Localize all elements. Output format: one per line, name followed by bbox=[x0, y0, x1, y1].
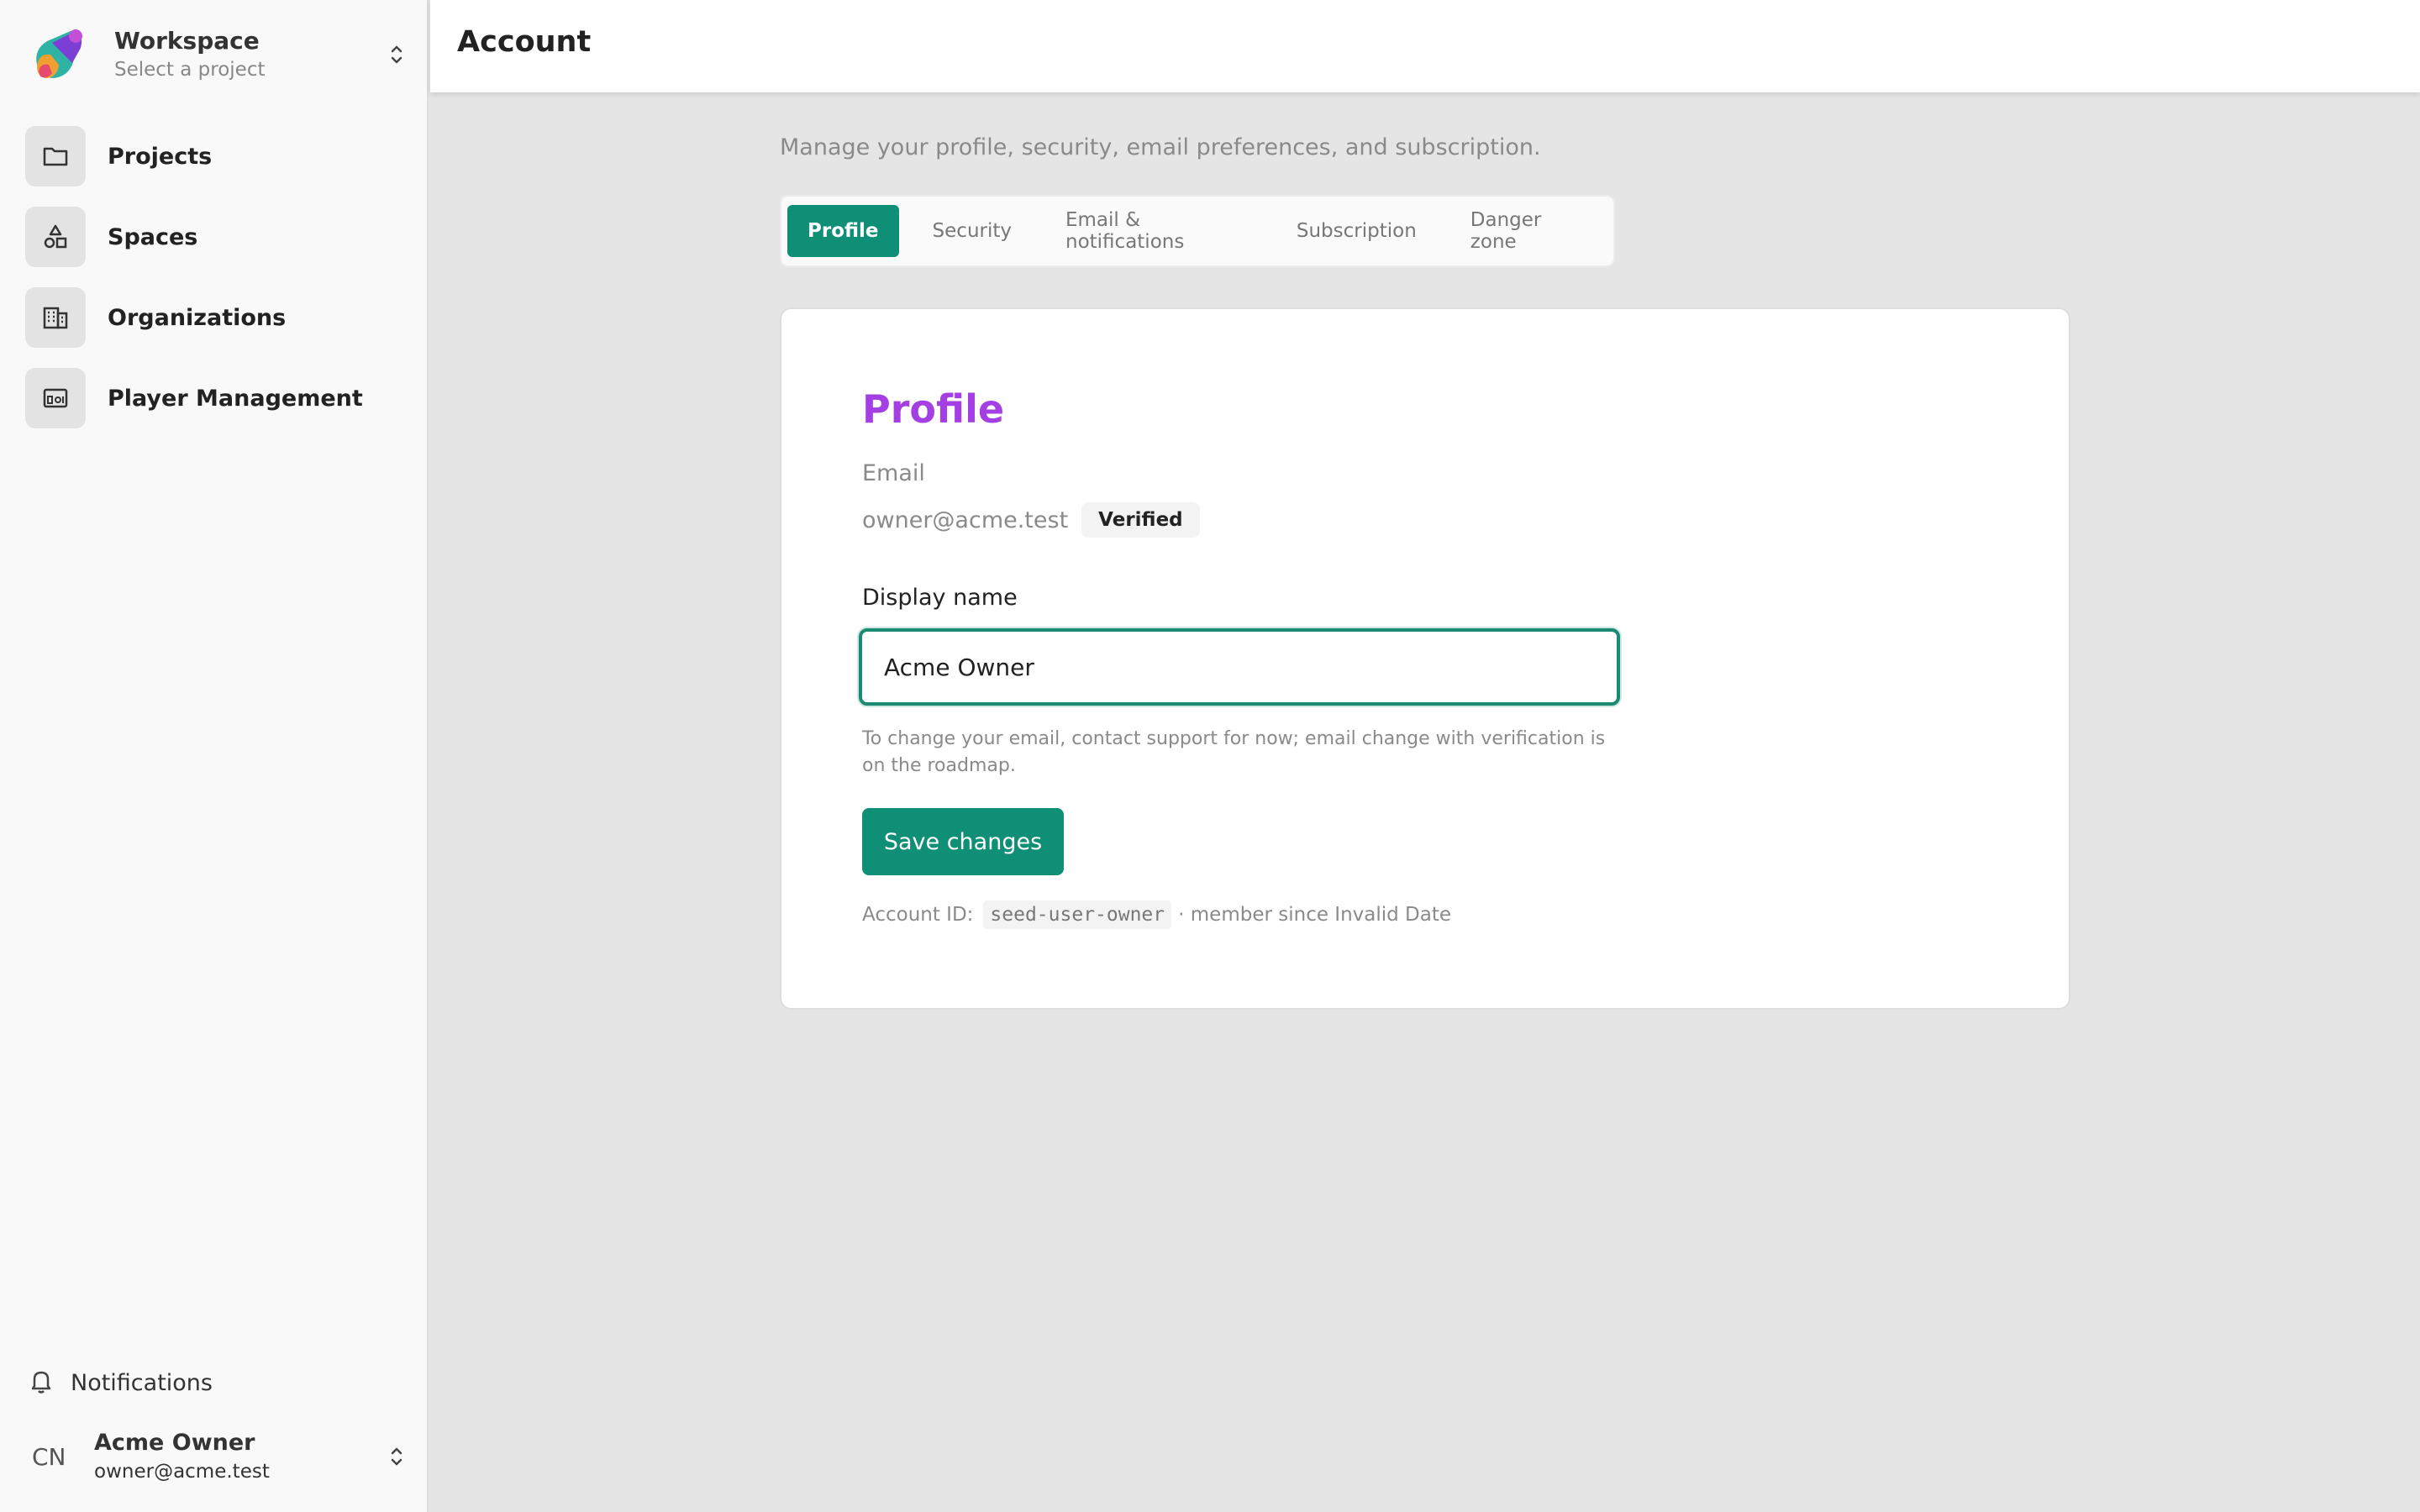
display-name-input[interactable] bbox=[859, 628, 1620, 706]
sidebar-item-label: Player Management bbox=[108, 385, 363, 412]
profile-title: Profile bbox=[862, 386, 1005, 432]
sidebar-item-label: Organizations bbox=[108, 304, 287, 331]
bell-icon bbox=[29, 1368, 54, 1398]
tab-email-notifications[interactable]: Email & notifications bbox=[1045, 205, 1263, 257]
account-id-row: Account ID: seed-user-owner · member sin… bbox=[862, 900, 1451, 929]
tab-profile[interactable]: Profile bbox=[787, 205, 899, 257]
chevron-updown-icon[interactable] bbox=[387, 38, 407, 71]
workspace-subtitle: Select a project bbox=[114, 59, 266, 81]
app-logo bbox=[29, 24, 89, 85]
sidebar-item-label: Projects bbox=[108, 143, 213, 170]
sidebar-item-spaces[interactable]: Spaces bbox=[25, 207, 403, 267]
sidebar: Workspace Select a project Projects Spac… bbox=[0, 0, 429, 1512]
tab-security[interactable]: Security bbox=[913, 205, 1032, 257]
account-tabs: Profile Security Email & notifications S… bbox=[780, 195, 1615, 267]
shapes-icon bbox=[25, 207, 86, 267]
email-label: Email bbox=[862, 460, 925, 486]
verified-badge: Verified bbox=[1081, 502, 1200, 538]
display-name-label: Display name bbox=[862, 585, 1018, 611]
notifications-link[interactable]: Notifications bbox=[29, 1366, 213, 1399]
account-id-label: Account ID: bbox=[862, 904, 974, 926]
workspace-switcher[interactable]: Workspace Select a project bbox=[29, 24, 407, 86]
player-icon bbox=[25, 368, 86, 428]
building-icon bbox=[25, 287, 86, 348]
account-id-value: seed-user-owner bbox=[983, 900, 1172, 929]
user-email: owner@acme.test bbox=[94, 1461, 270, 1483]
user-menu[interactable]: CN Acme Owner owner@acme.test bbox=[32, 1425, 407, 1488]
user-name: Acme Owner bbox=[94, 1430, 255, 1456]
tab-danger-zone[interactable]: Danger zone bbox=[1450, 205, 1600, 257]
tab-subscription[interactable]: Subscription bbox=[1276, 205, 1437, 257]
email-value: owner@acme.test bbox=[862, 507, 1069, 533]
save-button[interactable]: Save changes bbox=[862, 808, 1064, 875]
avatar: CN bbox=[32, 1442, 66, 1471]
email-change-hint: To change your email, contact support fo… bbox=[862, 728, 1606, 776]
top-header: Account bbox=[430, 0, 2420, 92]
sidebar-item-player-management[interactable]: Player Management bbox=[25, 368, 403, 428]
member-since: · member since Invalid Date bbox=[1178, 904, 1452, 926]
folder-icon bbox=[25, 126, 86, 186]
chevron-updown-icon[interactable] bbox=[387, 1440, 407, 1473]
page-title: Account bbox=[457, 25, 592, 59]
page-subtitle: Manage your profile, security, email pre… bbox=[780, 134, 1541, 160]
sidebar-nav: Projects Spaces Organizations Player Man… bbox=[25, 126, 403, 449]
notifications-label: Notifications bbox=[71, 1369, 213, 1396]
sidebar-item-projects[interactable]: Projects bbox=[25, 126, 403, 186]
email-row: owner@acme.test Verified bbox=[862, 502, 1200, 538]
sidebar-item-label: Spaces bbox=[108, 223, 198, 250]
profile-card: Profile Email owner@acme.test Verified D… bbox=[780, 307, 2070, 1010]
workspace-title: Workspace bbox=[114, 27, 260, 55]
sidebar-item-organizations[interactable]: Organizations bbox=[25, 287, 403, 348]
